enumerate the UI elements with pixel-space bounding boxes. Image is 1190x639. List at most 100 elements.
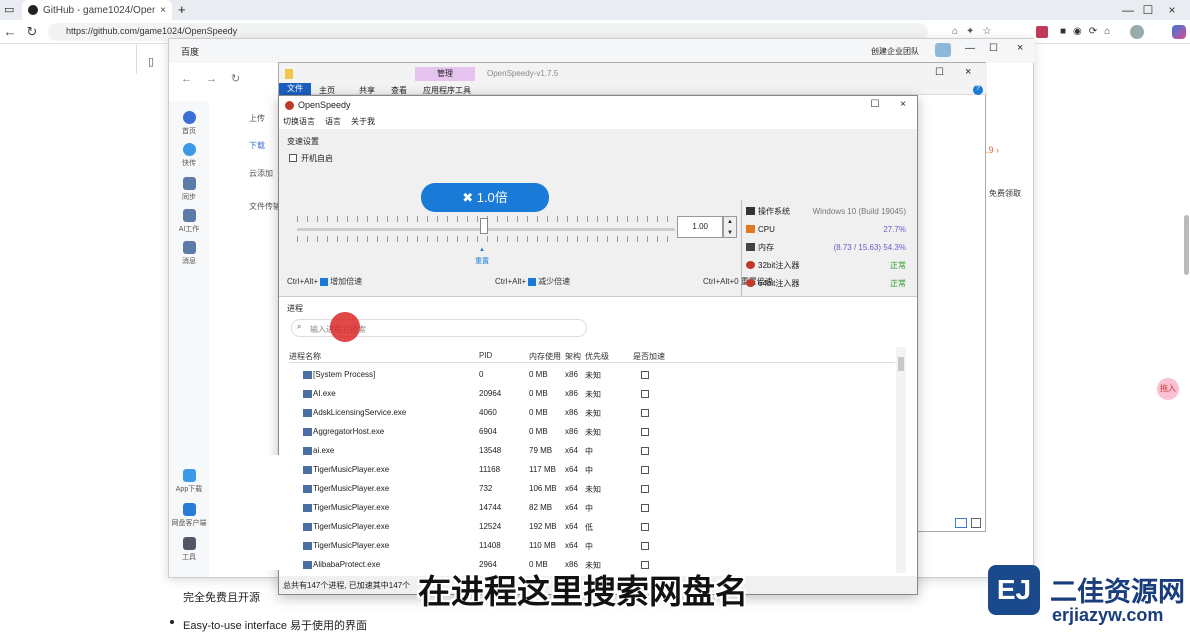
extension-icon[interactable] bbox=[1036, 26, 1048, 38]
copilot-icon[interactable] bbox=[1172, 25, 1186, 39]
refresh-icon[interactable]: ↻ bbox=[24, 24, 40, 40]
speed-value-input[interactable]: 1.00 bbox=[677, 216, 723, 238]
accelerate-checkbox[interactable] bbox=[641, 409, 649, 417]
help-icon[interactable]: ? bbox=[973, 85, 983, 95]
cell-mem: 0 MB bbox=[529, 427, 548, 436]
table-row[interactable]: ai.exe 13548 79 MB x64 中 bbox=[289, 441, 895, 460]
browser-toolbar-icons[interactable]: ■◉⟳⌂ bbox=[1060, 26, 1117, 37]
slider-ticks-bottom bbox=[297, 236, 675, 242]
book-icon: ▯ bbox=[148, 56, 155, 68]
accelerate-checkbox[interactable] bbox=[641, 390, 649, 398]
menu-cloud-add[interactable]: 云添加 bbox=[249, 168, 273, 179]
sidebar-item-messages[interactable]: 消息 bbox=[169, 241, 209, 266]
shield-icon bbox=[182, 503, 196, 516]
new-tab-button[interactable]: + bbox=[178, 2, 186, 17]
explorer-close-button[interactable]: × bbox=[965, 66, 971, 78]
ai-icon bbox=[182, 209, 196, 222]
accelerate-checkbox[interactable] bbox=[641, 485, 649, 493]
process-scrollbar[interactable] bbox=[896, 347, 906, 573]
accelerate-checkbox[interactable] bbox=[641, 523, 649, 531]
col-pid[interactable]: PID bbox=[479, 351, 492, 360]
cell-pid: 11408 bbox=[479, 541, 501, 550]
speed-spinner-buttons[interactable]: ▲ ▼ bbox=[723, 216, 737, 238]
menu-switch-language[interactable]: 切换语言 bbox=[283, 116, 315, 127]
cell-name: [System Process] bbox=[313, 370, 376, 379]
ribbon-file[interactable]: 文件 bbox=[279, 83, 311, 95]
col-accelerate[interactable]: 是否加速 bbox=[633, 351, 665, 362]
table-row[interactable]: TigerMusicPlayer.exe 12524 192 MB x64 低 bbox=[289, 517, 895, 536]
explorer-ribbon: 管理 OpenSpeedy-v1.7.5 文件 主页 共享 查看 应用程序工具 … bbox=[279, 63, 987, 95]
accelerate-checkbox[interactable] bbox=[641, 428, 649, 436]
accelerate-checkbox[interactable] bbox=[641, 371, 649, 379]
baidu-close-button[interactable]: × bbox=[1017, 42, 1023, 54]
baidu-title: 百度 bbox=[181, 47, 200, 57]
details-view-icon[interactable] bbox=[955, 518, 967, 528]
openspeedy-logo-icon bbox=[285, 100, 294, 110]
large-icon-view-icon[interactable] bbox=[971, 518, 981, 528]
table-row[interactable]: TigerMusicPlayer.exe 14744 82 MB x64 中 bbox=[289, 498, 895, 517]
sidebar-item-ai[interactable]: AI工作 bbox=[169, 209, 209, 234]
table-row[interactable]: [System Process] 0 0 MB x86 未知 bbox=[289, 365, 895, 384]
menu-upload[interactable]: 上传 bbox=[249, 113, 265, 124]
sidebar-item-app-download[interactable]: App下载 bbox=[169, 469, 209, 494]
menu-download[interactable]: 下载 bbox=[249, 140, 265, 151]
floating-drop-button[interactable]: 拖入 bbox=[1157, 378, 1179, 400]
close-window-button[interactable]: × bbox=[1152, 0, 1190, 20]
reset-label[interactable]: 重置 bbox=[475, 256, 489, 266]
accelerate-checkbox[interactable] bbox=[641, 466, 649, 474]
col-priority[interactable]: 优先级 bbox=[585, 351, 609, 362]
table-row[interactable]: AI.exe 20964 0 MB x86 未知 bbox=[289, 384, 895, 403]
table-row[interactable]: AggregatorHost.exe 6904 0 MB x86 未知 bbox=[289, 422, 895, 441]
page-line-2: Easy-to-use interface 易于使用的界面 bbox=[183, 620, 367, 632]
tab-manage[interactable]: 管理 bbox=[415, 67, 475, 81]
accelerate-checkbox[interactable] bbox=[641, 504, 649, 512]
cpu-row: CPU 27.7% bbox=[746, 222, 906, 236]
speed-multiplier-button[interactable]: ✖ 1.0倍 bbox=[421, 183, 549, 212]
close-tab-icon[interactable]: × bbox=[160, 5, 166, 16]
free-claim-label[interactable]: 免费领取 bbox=[989, 188, 1021, 199]
panel-divider bbox=[741, 200, 742, 304]
baidu-min-button[interactable]: — bbox=[965, 43, 975, 54]
profile-avatar[interactable] bbox=[1130, 25, 1144, 39]
create-team-link[interactable]: 创建企业团队 bbox=[871, 46, 919, 57]
menu-language[interactable]: 语言 bbox=[325, 116, 341, 127]
sidebar-item-quickpass[interactable]: 快传 bbox=[169, 143, 209, 168]
cell-arch: x64 bbox=[565, 541, 578, 550]
table-row[interactable]: AdskLicensingService.exe 4060 0 MB x86 未知 bbox=[289, 403, 895, 422]
baidu-max-button[interactable]: ☐ bbox=[989, 43, 998, 54]
robot-icon[interactable] bbox=[935, 43, 951, 57]
col-memory[interactable]: 内存使用 bbox=[529, 351, 561, 362]
back-icon[interactable]: ← bbox=[2, 24, 18, 39]
cell-prio: 未知 bbox=[585, 485, 601, 494]
os-close-button[interactable]: × bbox=[891, 96, 915, 114]
speed-slider-thumb[interactable] bbox=[480, 218, 488, 234]
menu-about[interactable]: 关于我 bbox=[351, 116, 375, 127]
menu-transfer[interactable]: 文件传输 bbox=[249, 201, 281, 212]
page-scrollbar[interactable] bbox=[1184, 215, 1189, 275]
table-row[interactable]: TigerMusicPlayer.exe 732 106 MB x64 未知 bbox=[289, 479, 895, 498]
tab-actions-icon[interactable]: ▭ bbox=[4, 3, 14, 16]
table-row[interactable]: TigerMusicPlayer.exe 11408 110 MB x64 中 bbox=[289, 536, 895, 555]
sidebar-item-sync[interactable]: 同步 bbox=[169, 177, 209, 202]
process-icon bbox=[303, 428, 312, 436]
table-row[interactable]: TigerMusicPlayer.exe 11168 117 MB x64 中 bbox=[289, 460, 895, 479]
accelerate-checkbox[interactable] bbox=[641, 542, 649, 550]
sidebar-item-tools[interactable]: 工具 bbox=[169, 537, 209, 562]
sidebar-item-client[interactable]: 网盘客户端 bbox=[169, 503, 209, 528]
process-scroll-thumb[interactable] bbox=[898, 357, 904, 371]
os-maximize-button[interactable]: ☐ bbox=[863, 96, 887, 114]
baidu-nav-icons[interactable]: ←→↻ bbox=[181, 72, 254, 85]
toolbar-icons[interactable]: ⌂✦☆ bbox=[952, 26, 999, 37]
process-icon bbox=[303, 542, 312, 550]
startup-checkbox[interactable] bbox=[289, 154, 297, 162]
col-name[interactable]: 进程名称 bbox=[289, 351, 321, 362]
process-icon bbox=[303, 409, 312, 417]
explorer-max-button[interactable]: ☐ bbox=[935, 67, 944, 78]
sidebar-item-home[interactable]: 首页 bbox=[169, 111, 209, 136]
browser-tab[interactable]: GitHub - game1024/OpenSpeedy × bbox=[22, 0, 172, 20]
col-arch[interactable]: 架构 bbox=[565, 351, 581, 362]
accelerate-checkbox[interactable] bbox=[641, 447, 649, 455]
cell-arch: x64 bbox=[565, 465, 578, 474]
hotkey-decrease: Ctrl+Alt+ 减少倍速 bbox=[495, 277, 571, 286]
injector32-row: 32bit注入器 正常 bbox=[746, 258, 906, 272]
